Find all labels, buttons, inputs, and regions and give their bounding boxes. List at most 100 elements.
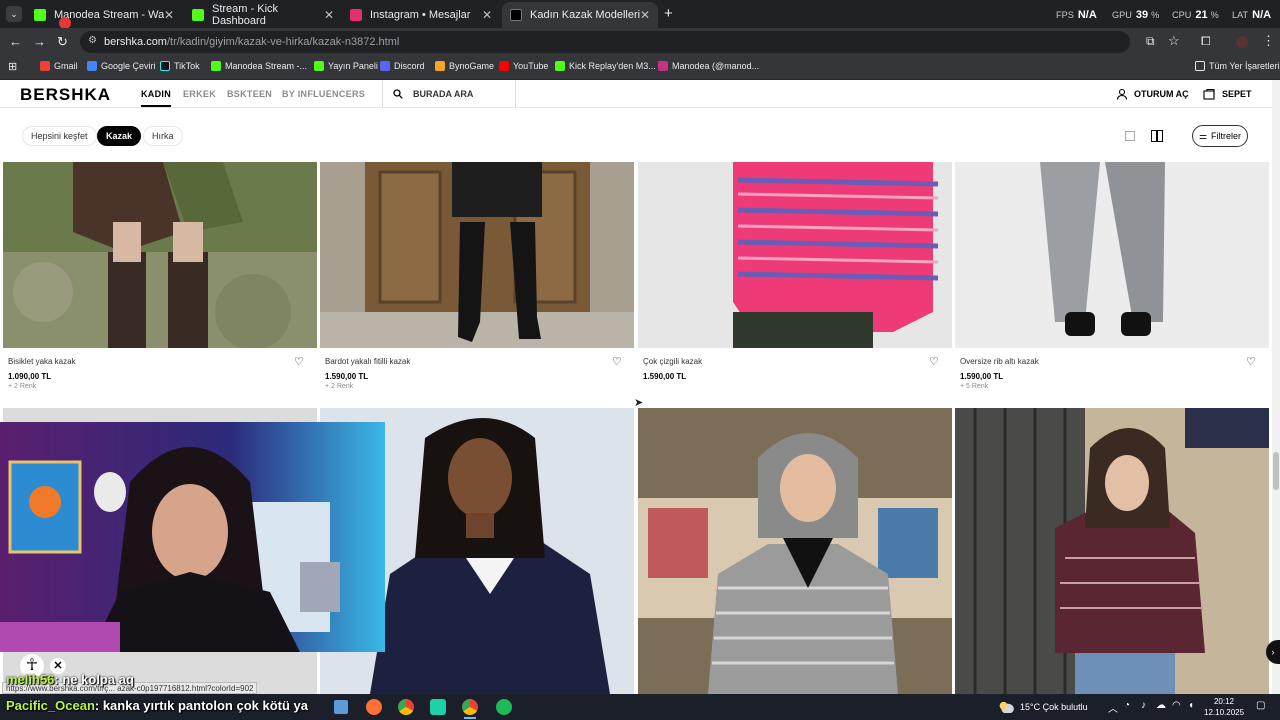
bookmark-gmail[interactable]: Gmail [40, 61, 78, 71]
new-tab-button[interactable]: + [664, 5, 673, 22]
nav-erkek[interactable]: ERKEK [183, 89, 216, 99]
product-name-1[interactable]: Bisiklet yaka kazak [8, 357, 76, 366]
bookmark-discord[interactable]: Discord [380, 61, 425, 71]
kick-icon [555, 61, 565, 71]
product-name-3[interactable]: Çok çizgili kazak [643, 357, 702, 366]
volume-icon[interactable]: ◖ [1188, 700, 1194, 711]
bookmark-tiktok[interactable]: TikTok [160, 61, 200, 71]
product-price-1: 1.090,00 TL [8, 372, 52, 381]
network-icon[interactable]: ◔ [1124, 700, 1130, 711]
chat-message: Pacific_Ocean: kanka yırtık pantolon çok… [6, 698, 309, 713]
address-bar-row: ← → ↻ ⚙ bershka.com/tr/kadin/giyim/kazak… [0, 28, 1280, 56]
product-image-1[interactable] [3, 162, 317, 348]
product-image-4[interactable] [955, 162, 1269, 348]
firefox-icon[interactable] [366, 699, 382, 715]
bookmark-kick-replay[interactable]: Kick Replay'den M3... [555, 61, 656, 71]
site-info-icon[interactable]: ⚙ [88, 35, 97, 46]
nav-by-influencers[interactable]: BY INFLUENCERS [282, 89, 365, 99]
chip-kazak[interactable]: Kazak [97, 126, 142, 146]
bookmark-youtube[interactable]: YouTube [499, 61, 548, 71]
grid-single-view-icon[interactable] [1125, 131, 1135, 141]
profile-avatar[interactable] [1236, 36, 1248, 48]
wishlist-heart-icon[interactable]: ♡ [612, 355, 622, 368]
bookmark-manodea-instagram[interactable]: Manodea (@manod... [658, 61, 759, 71]
bookmark-yayin-paneli[interactable]: Yayın Paneli [314, 61, 378, 71]
url-input[interactable]: ⚙ bershka.com/tr/kadin/giyim/kazak-ve-hi… [80, 31, 1130, 53]
forward-icon[interactable]: → [33, 34, 46, 49]
chrome-icon[interactable] [462, 699, 478, 715]
nav-bskteen[interactable]: BSKTEEN [227, 89, 272, 99]
instagram-icon [658, 61, 668, 71]
close-icon[interactable]: ✕ [640, 8, 650, 22]
chip-hepsini-kesfet[interactable]: Hepsini keşfet [22, 126, 97, 146]
chip-hirka[interactable]: Hırka [143, 126, 183, 146]
tiktok-icon [160, 61, 170, 71]
product-colors-2: + 2 Renk [325, 383, 354, 390]
close-icon[interactable]: ✕ [482, 8, 492, 22]
instagram-icon [350, 9, 362, 21]
login-button[interactable]: OTURUM AÇ [1116, 88, 1189, 100]
bookmark-bynogame[interactable]: BynoGame [435, 61, 494, 71]
wishlist-heart-icon[interactable]: ♡ [1246, 355, 1256, 368]
apps-icon[interactable]: ⊞ [8, 60, 17, 73]
page-scrollbar[interactable] [1272, 80, 1280, 694]
bershka-logo[interactable]: BERSHKA [20, 85, 111, 105]
product-image-7[interactable] [638, 408, 952, 694]
clock[interactable]: 20:12 12.10.2025 [1204, 696, 1244, 718]
all-bookmarks[interactable]: Tüm Yer İşaretleri [1195, 61, 1280, 71]
close-icon[interactable]: ✕ [324, 8, 334, 22]
discord-icon [380, 61, 390, 71]
grid-double-view-icon[interactable] [1151, 130, 1163, 142]
back-icon[interactable]: ← [9, 34, 22, 49]
wishlist-heart-icon[interactable]: ♡ [294, 355, 304, 368]
tray-chevron-icon[interactable]: ︿ [1108, 700, 1118, 715]
tab-kick-dashboard[interactable]: Stream - Kick Dashboard ✕ [184, 2, 342, 28]
taskbar-app-generic[interactable] [334, 700, 348, 714]
active-app-indicator [464, 717, 476, 719]
filter-button[interactable]: ⚌ Filtreler [1192, 125, 1248, 147]
spotify-icon[interactable] [496, 699, 512, 715]
product-name-2[interactable]: Bardot yakalı fitilli kazak [325, 357, 410, 366]
kick-icon [211, 61, 221, 71]
product-colors-4: + 5 Renk [960, 383, 989, 390]
wifi-icon[interactable]: ◠ [1172, 700, 1181, 711]
reload-icon[interactable]: ↻ [57, 34, 68, 50]
bookmark-google-ceviri[interactable]: Google Çeviri [87, 61, 156, 71]
browser-tab-bar: ⌄ Manodea Stream - Watch Live o ✕ Stream… [0, 0, 1280, 29]
cloud-icon[interactable]: ☁ [1156, 700, 1166, 711]
tab-list-button[interactable]: ⌄ [6, 6, 22, 22]
scrollbar-thumb[interactable] [1273, 452, 1279, 490]
weather-widget[interactable]: 15°C Çok bulutlu [998, 701, 1088, 713]
url-host: bershka.com [104, 36, 167, 48]
cart-button[interactable]: SEPET [1203, 88, 1252, 100]
search-input[interactable]: BURADA ARA [382, 80, 516, 107]
menu-icon[interactable]: ⋮ [1262, 33, 1275, 49]
cast-icon[interactable]: ⧉ [1146, 34, 1155, 49]
tab-title: Instagram • Mesajlar [370, 9, 471, 21]
chrome-icon[interactable] [398, 699, 414, 715]
extensions-icon[interactable]: ⧠ [1201, 34, 1211, 49]
product-image-3[interactable] [638, 162, 952, 348]
product-name-4[interactable]: Oversize rib altı kazak [960, 357, 1039, 366]
product-price-4: 1.590,00 TL [960, 372, 1004, 381]
bookmark-star-icon[interactable]: ☆ [1168, 33, 1180, 49]
tab-instagram[interactable]: Instagram • Mesajlar ✕ [342, 2, 500, 28]
webcam-overlay [0, 422, 385, 652]
bookmark-manodea-stream[interactable]: Manodea Stream -... [211, 61, 307, 71]
nav-kadin[interactable]: KADIN [141, 89, 171, 107]
tab-bershka[interactable]: Kadın Kazak Modelleri | Yeni Ko ✕ [502, 2, 658, 28]
close-icon[interactable]: ✕ [164, 8, 174, 22]
tab-title: Manodea Stream - Watch Live o [54, 9, 164, 21]
product-image-2[interactable] [320, 162, 634, 348]
product-price-2: 1.590,00 TL [325, 372, 369, 381]
kick-icon [314, 61, 324, 71]
terminal-app-icon[interactable] [430, 699, 446, 715]
product-photo-1 [3, 162, 317, 348]
product-colors-1: + 2 Renk [8, 383, 37, 390]
microphone-icon[interactable]: ♪ [1141, 700, 1146, 711]
wishlist-heart-icon[interactable]: ♡ [929, 355, 939, 368]
notifications-icon[interactable]: ▢ [1256, 700, 1265, 711]
tab-manodea-stream[interactable]: Manodea Stream - Watch Live o ✕ [26, 2, 182, 28]
gmail-icon [40, 61, 50, 71]
product-image-8[interactable] [955, 408, 1269, 694]
